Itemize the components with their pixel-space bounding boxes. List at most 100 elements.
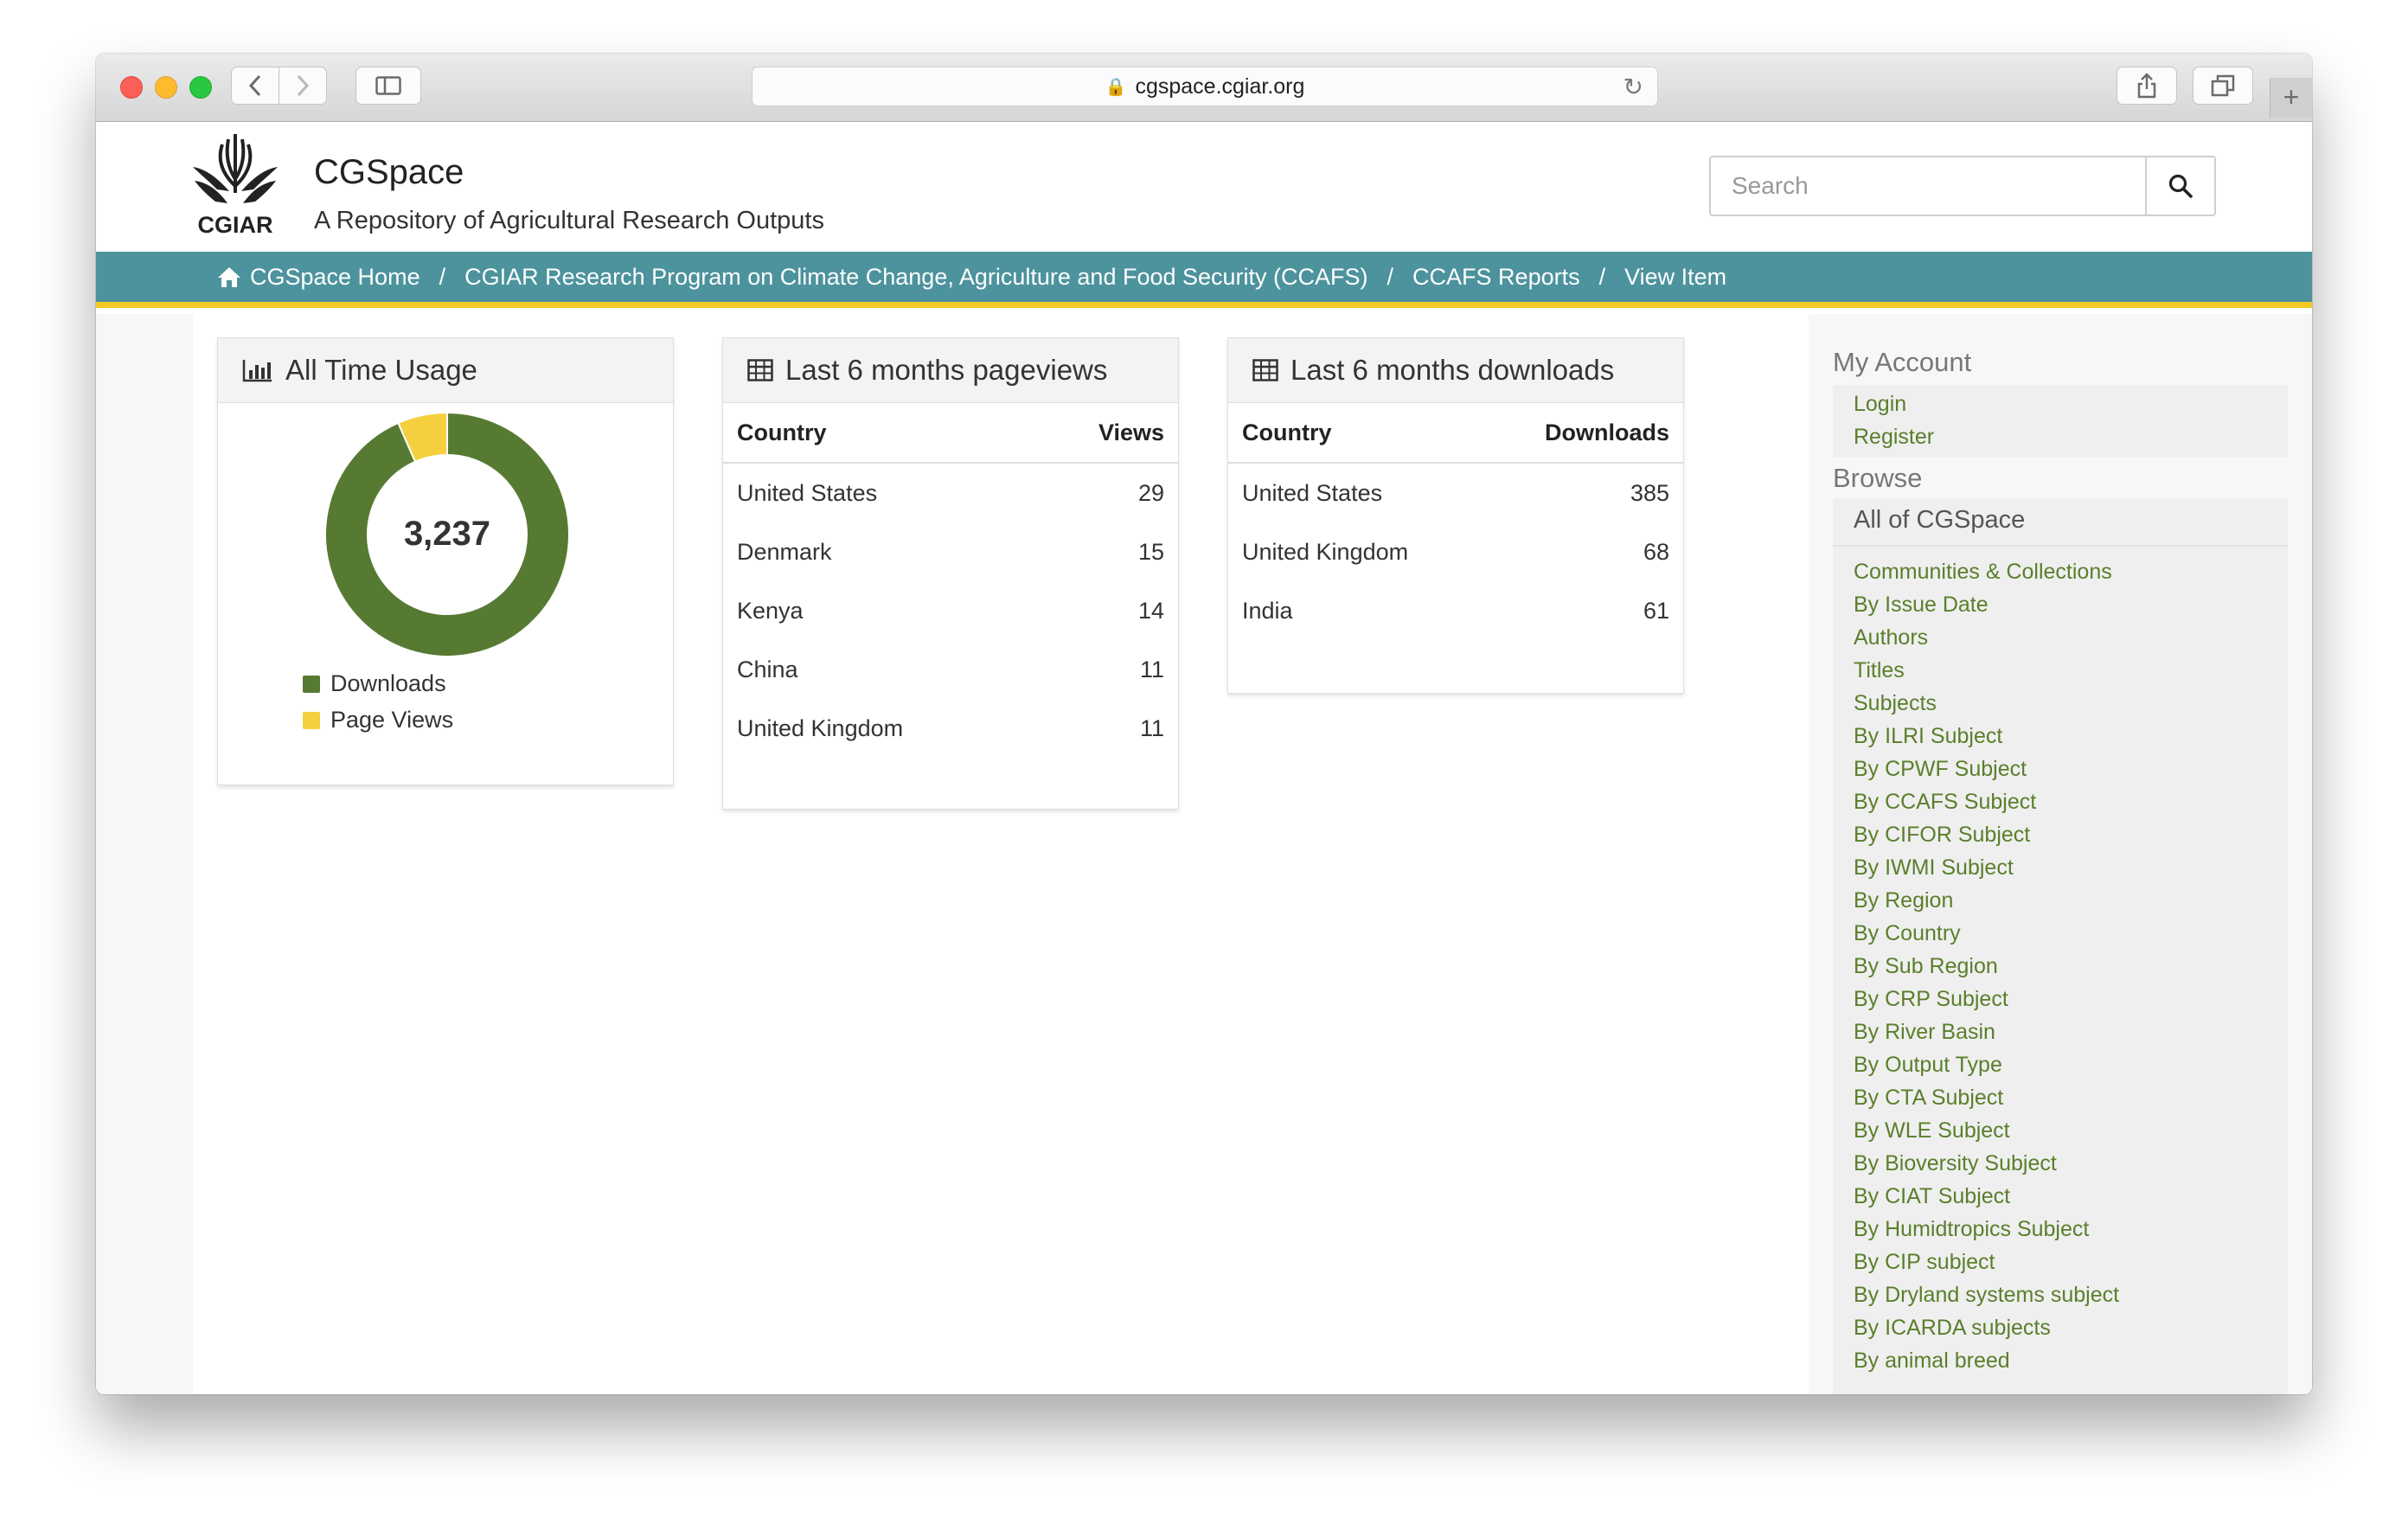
reload-icon[interactable]: ↻ (1623, 73, 1643, 101)
pageviews-col-country: Country (737, 419, 827, 445)
table-row: United States 385 (1228, 464, 1683, 522)
browse-link[interactable]: By IWMI Subject (1854, 855, 2014, 881)
row-value: 29 (1137, 479, 1164, 506)
usage-panel: All Time Usage 3,237 Downloads Page View… (217, 337, 674, 785)
usage-panel-header: All Time Usage (218, 338, 673, 403)
chevron-right-icon (297, 74, 310, 97)
browse-link[interactable]: Authors (1854, 625, 1928, 650)
svg-text:CGIAR: CGIAR (198, 212, 273, 238)
downloads-col-downloads: Downloads (1544, 419, 1669, 445)
table-row: Denmark 15 (723, 522, 1178, 581)
home-icon (218, 267, 240, 287)
site-header: CGIAR CGSpace A Repository of Agricultur… (96, 122, 2312, 252)
browse-link[interactable]: Communities & Collections (1854, 560, 2112, 585)
downloads-table-header: Country Downloads (1228, 403, 1683, 464)
browse-link[interactable]: Subjects (1854, 691, 1937, 716)
browse-link[interactable]: By Dryland systems subject (1854, 1283, 2119, 1308)
browse-link[interactable]: By ILRI Subject (1854, 724, 2002, 749)
browse-link[interactable]: By Country (1854, 921, 1961, 946)
table-icon (1252, 359, 1278, 381)
breadcrumb-community[interactable]: CGIAR Research Program on Climate Change… (464, 264, 1367, 291)
close-window-button[interactable] (120, 76, 143, 99)
legend-swatch-downloads (303, 675, 320, 693)
pageviews-panel-header: Last 6 months pageviews (723, 338, 1178, 403)
browse-link[interactable]: By CCAFS Subject (1854, 790, 2036, 815)
zoom-window-button[interactable] (189, 76, 212, 99)
all-of-cgspace-heading: All of CGSpace (1854, 506, 2026, 534)
browse-link[interactable]: By WLE Subject (1854, 1118, 2010, 1143)
row-value: 385 (1630, 479, 1669, 506)
browse-link[interactable]: By CIFOR Subject (1854, 823, 2030, 848)
breadcrumb-separator: / (439, 263, 446, 290)
share-button[interactable] (2117, 67, 2177, 105)
table-row: China 11 (723, 640, 1178, 699)
search-button[interactable] (2145, 157, 2214, 215)
back-button[interactable] (231, 67, 279, 105)
pageviews-panel-title: Last 6 months pageviews (785, 354, 1108, 386)
usage-total-label: 3,237 (404, 515, 490, 553)
row-country: China (737, 656, 798, 682)
browse-link[interactable]: By animal breed (1854, 1348, 2010, 1374)
browse-link[interactable]: By CTA Subject (1854, 1086, 2003, 1111)
downloads-col-country: Country (1242, 419, 1332, 445)
sidebar: My Account Login Register Browse All of … (1809, 314, 2312, 1394)
browse-link[interactable]: By Bioversity Subject (1854, 1151, 2057, 1176)
usage-panel-title: All Time Usage (285, 354, 477, 386)
browse-link[interactable]: By CIP subject (1854, 1250, 1995, 1275)
row-country: India (1242, 597, 1293, 624)
pageviews-table-header: Country Views (723, 403, 1178, 464)
table-row: India 61 (1228, 581, 1683, 640)
cgiar-logo[interactable]: CGIAR (191, 127, 279, 238)
usage-donut-chart: 3,237 (324, 411, 570, 657)
table-icon (747, 359, 773, 381)
pageviews-panel: Last 6 months pageviews Country Views Un… (722, 337, 1179, 810)
table-row: United Kingdom 11 (723, 699, 1178, 758)
register-link[interactable]: Register (1854, 425, 1934, 450)
divider (1833, 545, 2288, 547)
chevron-left-icon (248, 74, 261, 97)
new-tab-button[interactable]: + (2270, 78, 2312, 118)
row-value: 11 (1139, 656, 1164, 682)
browse-link[interactable]: By ICARDA subjects (1854, 1316, 2051, 1341)
minimize-window-button[interactable] (155, 76, 177, 99)
my-account-heading: My Account (1833, 347, 1972, 377)
row-country: United Kingdom (737, 714, 904, 741)
row-country: United States (1242, 479, 1383, 506)
row-value: 14 (1137, 597, 1164, 624)
row-country: Kenya (737, 597, 804, 624)
browse-link[interactable]: By Issue Date (1854, 593, 1989, 618)
table-row: United States 29 (723, 464, 1178, 522)
lock-icon: 🔒 (1105, 77, 1127, 97)
browse-link[interactable]: Titles (1854, 658, 1905, 683)
login-link[interactable]: Login (1854, 392, 1906, 417)
address-bar[interactable]: 🔒 cgspace.cgiar.org ↻ (752, 67, 1658, 106)
browse-link[interactable]: By Region (1854, 888, 1953, 913)
forward-button[interactable] (279, 67, 327, 105)
site-subtitle: A Repository of Agricultural Research Ou… (314, 207, 824, 234)
browser-toolbar: 🔒 cgspace.cgiar.org ↻ (96, 54, 2312, 122)
downloads-panel: Last 6 months downloads Country Download… (1227, 337, 1684, 694)
sidebar-icon (375, 76, 401, 95)
browse-link[interactable]: By CRP Subject (1854, 987, 2008, 1012)
tabs-overview-button[interactable] (2193, 67, 2253, 105)
browse-link[interactable]: By Humidtropics Subject (1854, 1217, 2089, 1242)
search-icon (2168, 174, 2193, 198)
breadcrumb: CGSpace Home / CGIAR Research Program on… (96, 252, 2312, 308)
browse-link[interactable]: By Output Type (1854, 1053, 2002, 1078)
legend-label-pageviews: Page Views (330, 707, 454, 733)
browse-link[interactable]: By CIAT Subject (1854, 1184, 2010, 1209)
browse-link[interactable]: By River Basin (1854, 1020, 1995, 1045)
row-value: 68 (1643, 538, 1669, 565)
tabs-icon (2211, 74, 2235, 97)
sidebar-toggle-button[interactable] (355, 67, 421, 105)
downloads-panel-title: Last 6 months downloads (1290, 354, 1615, 386)
browse-link[interactable]: By CPWF Subject (1854, 757, 2027, 782)
legend-item-downloads: Downloads (303, 670, 446, 697)
site-title[interactable]: CGSpace (314, 153, 464, 192)
breadcrumb-collection[interactable]: CCAFS Reports (1412, 264, 1580, 291)
table-row: United Kingdom 68 (1228, 522, 1683, 581)
search-form (1709, 156, 2216, 216)
breadcrumb-home[interactable]: CGSpace Home (250, 264, 420, 291)
search-input[interactable] (1711, 157, 2143, 215)
browse-link[interactable]: By Sub Region (1854, 954, 1998, 979)
